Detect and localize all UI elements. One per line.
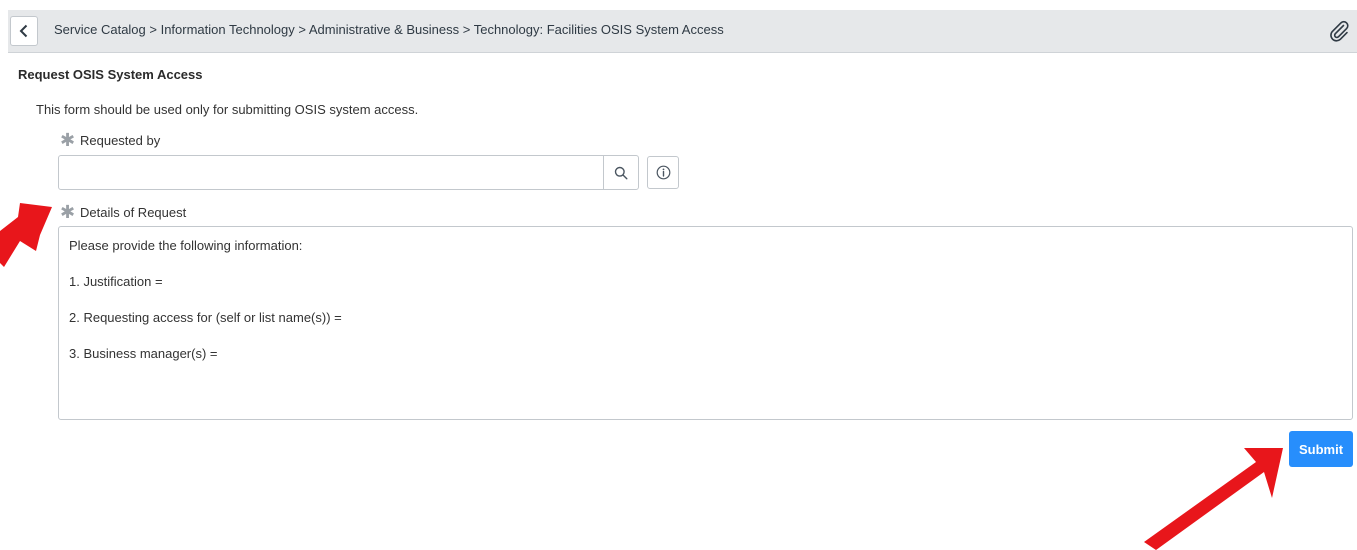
paperclip-icon[interactable]: [1327, 19, 1351, 43]
annotation-arrow-details: [0, 203, 52, 267]
form-description: This form should be used only for submit…: [36, 102, 419, 117]
annotation-arrow-submit: [1144, 448, 1283, 550]
back-button[interactable]: [10, 16, 38, 46]
requested-by-input[interactable]: [59, 156, 603, 189]
details-textarea[interactable]: Please provide the following information…: [58, 226, 1353, 420]
lookup-button[interactable]: [603, 156, 638, 189]
breadcrumb[interactable]: Service Catalog > Information Technology…: [54, 22, 724, 37]
info-icon: [656, 165, 670, 180]
details-line: 1. Justification =: [69, 274, 163, 289]
details-line: Please provide the following information…: [69, 238, 303, 253]
search-icon: [614, 166, 628, 179]
details-label: ✱ Details of Request: [60, 202, 187, 222]
required-icon: ✱: [60, 130, 76, 150]
page-title: Request OSIS System Access: [18, 67, 203, 82]
requested-by-label-text: Requested by: [80, 133, 161, 148]
chevron-left-icon: [19, 24, 28, 38]
requested-by-field: [58, 155, 639, 190]
submit-button[interactable]: Submit: [1289, 431, 1353, 467]
required-icon: ✱: [60, 202, 76, 222]
top-bar: Service Catalog > Information Technology…: [8, 10, 1357, 53]
details-line: 3. Business manager(s) =: [69, 346, 218, 361]
details-label-text: Details of Request: [80, 205, 187, 220]
info-button[interactable]: [647, 156, 679, 189]
requested-by-label: ✱ Requested by: [60, 130, 161, 150]
details-line: 2. Requesting access for (self or list n…: [69, 310, 342, 325]
